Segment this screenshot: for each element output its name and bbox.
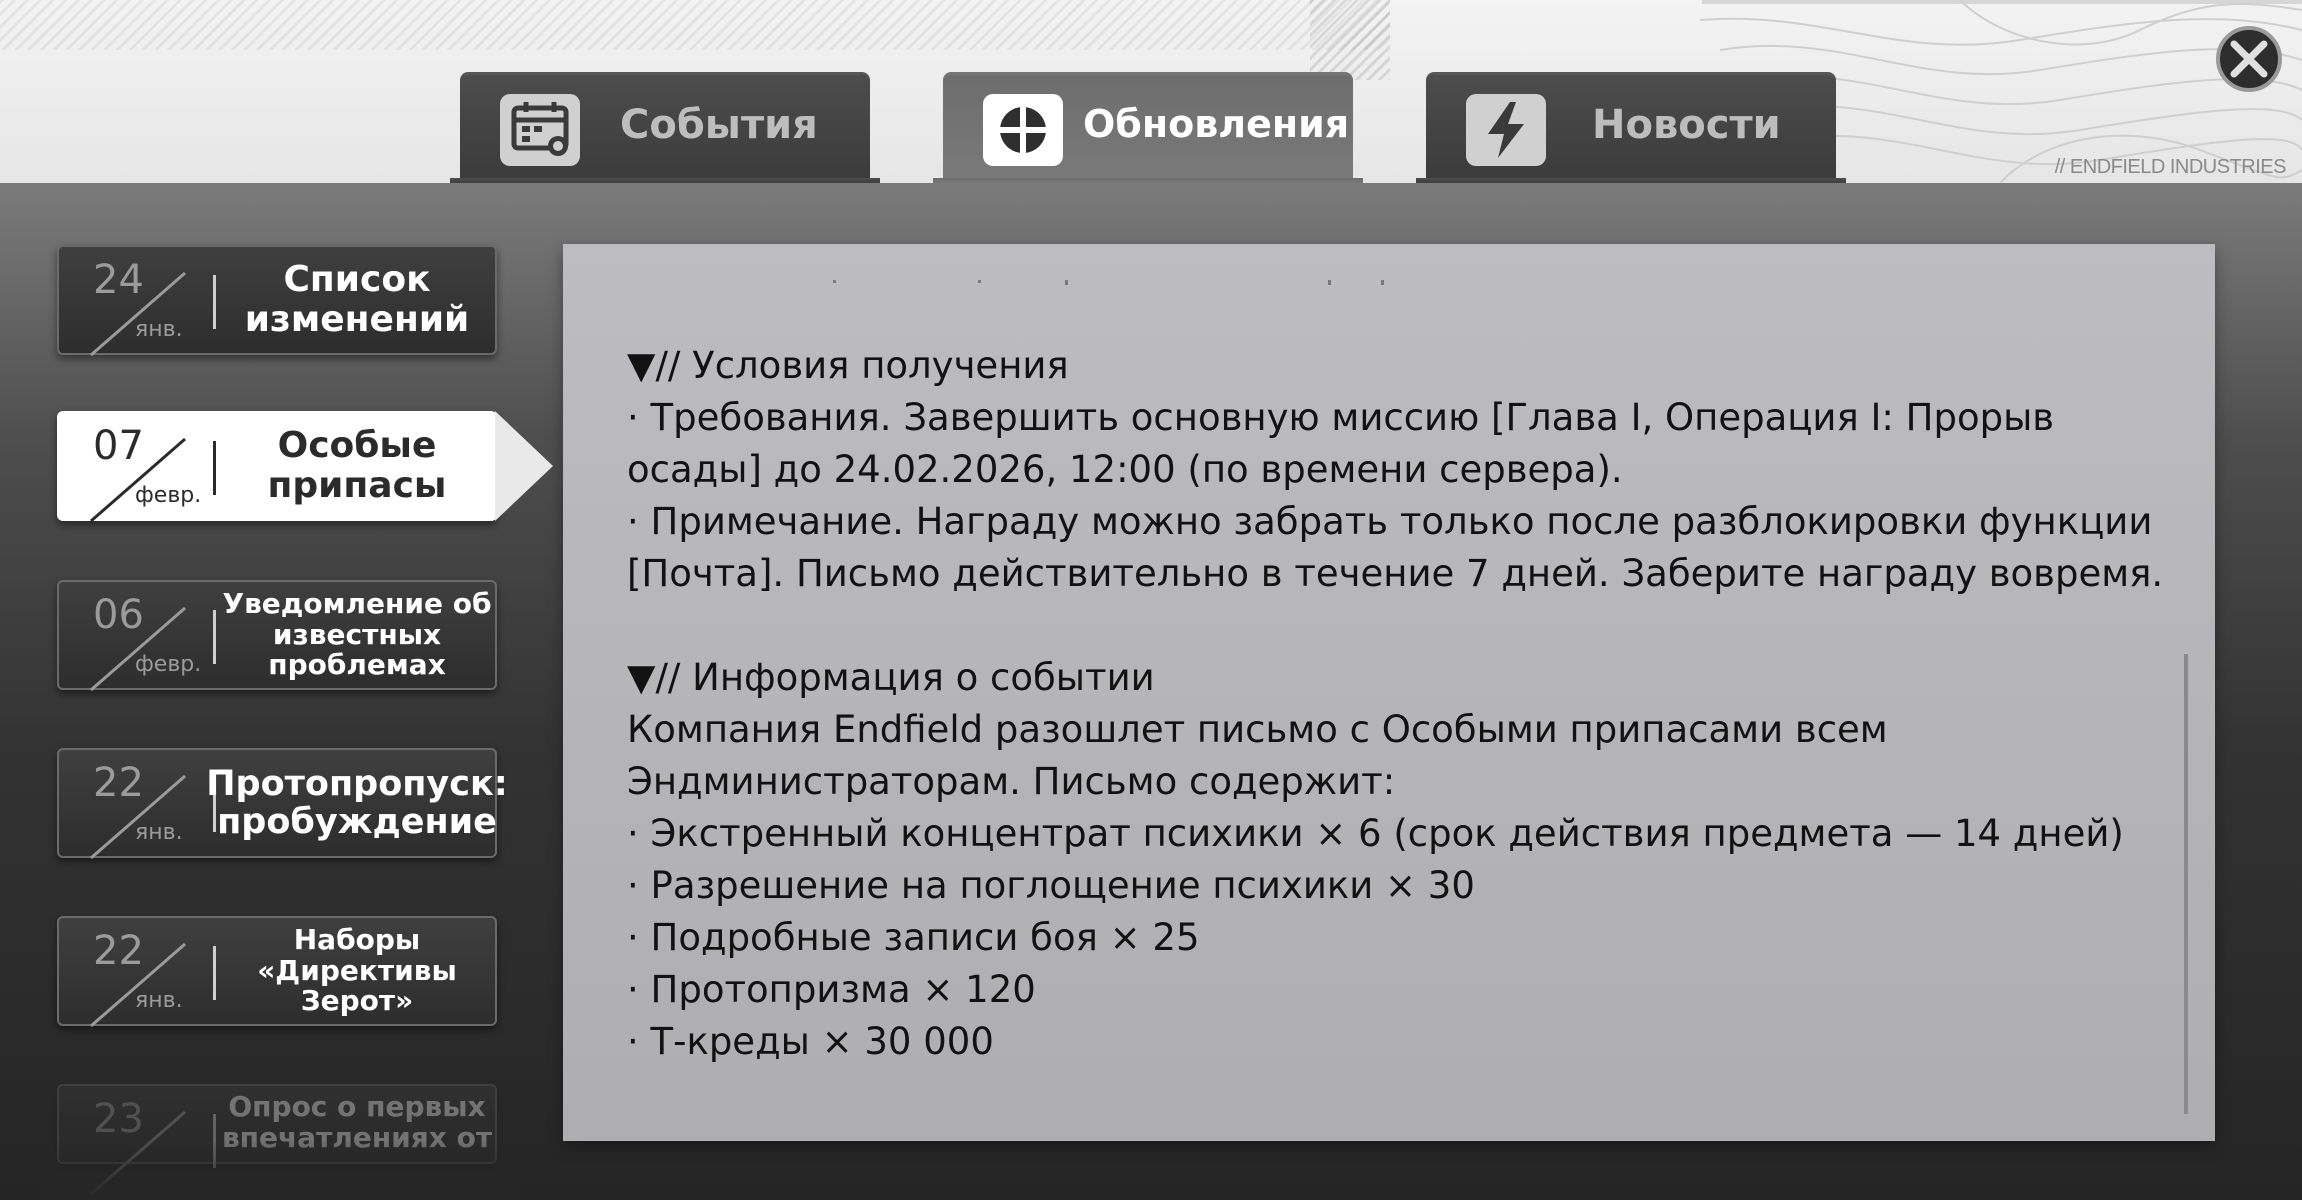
paragraph-line: осады] до 24.02.2026, 12:00 (по времени … — [627, 448, 1623, 491]
paragraph-line: Эндминистраторам. Письмо содержит: — [627, 760, 1396, 803]
item-title: Наборы «Директивы Зерот» — [257, 922, 457, 1018]
lightning-icon — [1466, 94, 1546, 166]
item-title: Список изменений — [244, 259, 470, 340]
divider — [213, 610, 216, 664]
item-day: 22 — [93, 928, 144, 974]
divider — [213, 946, 216, 1000]
item-month: янв. — [135, 820, 183, 845]
close-icon — [2230, 40, 2268, 78]
paragraph-line: Компания Endfield разошлет письмо с Особ… — [627, 708, 1888, 751]
paragraph-line: [Почта]. Письмо действительно в течение … — [627, 552, 2164, 595]
item-day: 06 — [93, 592, 144, 638]
article-content: ▼// Условия получения · Требования. Заве… — [627, 340, 2187, 1068]
tab-updates[interactable]: Обновления — [933, 72, 1363, 183]
item-day: 07 — [93, 423, 144, 469]
item-title: Особые припасы — [267, 425, 447, 506]
sidebar-item-known-issues[interactable]: 06 февр. Уведомление об известных пробле… — [57, 580, 497, 692]
reward-line: · Разрешение на поглощение психики × 30 — [627, 864, 1475, 907]
sidebar-item-special-supplies[interactable]: 07 февр. Особые припасы — [57, 411, 497, 523]
item-day: 24 — [93, 257, 144, 303]
tab-label: События — [620, 102, 818, 148]
sidebar-item-zerot-sets[interactable]: 22 янв. Наборы «Директивы Зерот» — [57, 916, 497, 1028]
list-fade — [40, 1140, 520, 1200]
sidebar-item-protopass[interactable]: 22 янв. Протопропуск: пробуждение — [57, 748, 508, 860]
reward-line: · Протопризма × 120 — [627, 968, 1036, 1011]
tab-label: Новости — [1592, 102, 1781, 148]
close-button[interactable] — [2216, 26, 2282, 92]
calendar-icon — [500, 94, 580, 166]
item-day: 22 — [93, 760, 144, 806]
tab-events[interactable]: События — [450, 72, 880, 183]
reward-line: · Т-креды × 30 000 — [627, 1020, 994, 1063]
section-heading: ▼// Условия получения — [627, 344, 1069, 387]
scrollbar[interactable] — [2184, 654, 2188, 1114]
tab-news[interactable]: Новости — [1416, 72, 1846, 183]
item-month: янв. — [135, 317, 183, 342]
section-heading: ▼// Информация о событии — [627, 656, 1155, 699]
item-month: янв. — [135, 988, 183, 1013]
brand-text: // ENDFIELD INDUSTRIES — [2054, 156, 2287, 178]
reward-line: · Экстренный концентрат психики × 6 (сро… — [627, 812, 2124, 855]
paragraph-line: · Требования. Завершить основную миссию … — [627, 396, 2055, 439]
reward-line: · Подробные записи боя × 25 — [627, 916, 1200, 959]
item-month: февр. — [135, 483, 202, 508]
divider — [213, 441, 216, 495]
hatch-decoration — [0, 0, 1390, 50]
paragraph-line: · Примечание. Награду можно забрать толь… — [627, 500, 2153, 543]
active-item-pointer — [495, 411, 553, 521]
crosshair-icon — [983, 94, 1063, 166]
sidebar-item-changelog[interactable]: 24 янв. Список изменений — [57, 245, 497, 357]
item-title: Уведомление об известных проблемах — [222, 586, 492, 682]
content-panel[interactable]: ▼// Условия получения · Требования. Заве… — [563, 244, 2215, 1141]
tab-label: Обновления — [1083, 102, 1350, 146]
header-band: // ENDFIELD INDUSTRIES События Обновлени… — [0, 0, 2302, 183]
item-title: Протопропуск: пробуждение — [206, 763, 508, 842]
item-day: 23 — [93, 1096, 144, 1142]
hatch-decoration-corner — [1310, 0, 1390, 80]
dots-decoration — [833, 280, 1384, 285]
item-month: февр. — [135, 652, 202, 677]
divider — [213, 275, 216, 329]
